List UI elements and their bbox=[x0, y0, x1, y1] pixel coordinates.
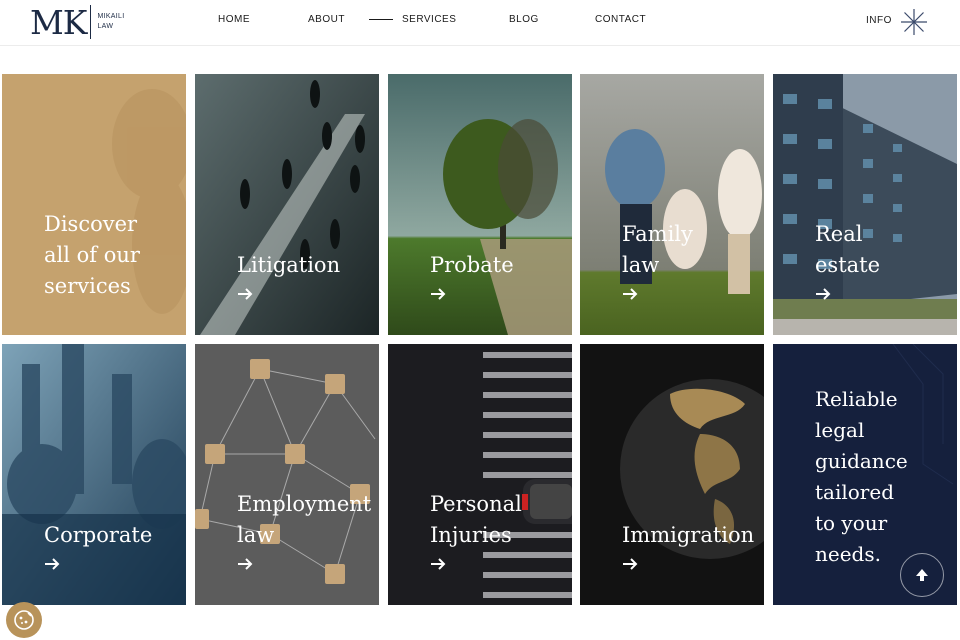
tile-litigation-line1: Litigation bbox=[237, 253, 341, 277]
tile-probate-background bbox=[388, 74, 572, 335]
tile-real-estate[interactable]: Real estate bbox=[773, 74, 957, 335]
tile-personal-injuries-label: Personal Injuries bbox=[430, 489, 572, 551]
tile-immigration-label: Immigration bbox=[622, 520, 764, 551]
tile-corporate-label: Corporate bbox=[44, 520, 186, 551]
arrow-right-icon bbox=[431, 288, 446, 300]
tile-corporate-background bbox=[2, 344, 186, 605]
logo[interactable]: MK MIKAILI LAW bbox=[30, 4, 124, 40]
arrow-right-icon bbox=[623, 288, 638, 300]
tile-tagline-label: Reliable legal guidance tailored to your… bbox=[815, 384, 955, 570]
tile-personal-injuries-line2: Injuries bbox=[430, 523, 512, 547]
tile-probate[interactable]: Probate bbox=[388, 74, 572, 335]
tile-family-law-line1: Family bbox=[622, 222, 693, 246]
tile-tagline-line4: tailored bbox=[815, 480, 894, 504]
tile-intro-line3: services bbox=[44, 274, 131, 298]
tile-intro-line1: Discover bbox=[44, 212, 138, 236]
tile-tagline-line5: to your bbox=[815, 511, 888, 535]
tile-tagline-line2: legal bbox=[815, 418, 865, 442]
arrow-right-icon bbox=[816, 288, 831, 300]
site-header: MK MIKAILI LAW HOME ABOUT SERVICES BLOG … bbox=[0, 0, 960, 46]
tile-immigration-line1: Immigration bbox=[622, 523, 755, 547]
tile-employment-law-line2: law bbox=[237, 523, 275, 547]
tile-intro-line2: all of our bbox=[44, 243, 140, 267]
logo-subtitle-line1: MIKAILI bbox=[97, 13, 125, 20]
tile-real-estate-line1: Real bbox=[815, 222, 863, 246]
arrow-right-icon bbox=[45, 558, 60, 570]
tile-litigation[interactable]: Litigation bbox=[195, 74, 379, 335]
tile-employment-law-label: Employment law bbox=[237, 489, 379, 551]
nav-contact[interactable]: CONTACT bbox=[595, 14, 646, 25]
nav-about[interactable]: ABOUT bbox=[308, 14, 345, 25]
logo-divider bbox=[90, 5, 92, 39]
tile-litigation-label: Litigation bbox=[237, 250, 379, 281]
tile-family-law[interactable]: Family law bbox=[580, 74, 764, 335]
tile-litigation-background bbox=[195, 74, 379, 335]
tile-employment-law-background bbox=[195, 344, 379, 605]
tile-family-law-label: Family law bbox=[622, 219, 764, 281]
tile-personal-injuries-line1: Personal bbox=[430, 492, 522, 516]
tile-corporate-line1: Corporate bbox=[44, 523, 153, 547]
cookie-icon bbox=[14, 610, 34, 630]
logo-mark: MK bbox=[30, 2, 87, 42]
asterisk-icon[interactable] bbox=[900, 8, 928, 36]
tile-employment-law[interactable]: Employment law bbox=[195, 344, 379, 605]
tile-immigration-background bbox=[580, 344, 764, 605]
cookie-settings-button[interactable] bbox=[6, 602, 42, 638]
tile-intro: Discover all of our services bbox=[2, 74, 186, 335]
nav-home[interactable]: HOME bbox=[218, 14, 250, 25]
arrow-right-icon bbox=[431, 558, 446, 570]
tile-personal-injuries-background bbox=[388, 344, 572, 605]
tile-tagline-line1: Reliable bbox=[815, 387, 898, 411]
info-label[interactable]: INFO bbox=[866, 15, 892, 26]
arrow-right-icon bbox=[238, 558, 253, 570]
tile-corporate[interactable]: Corporate bbox=[2, 344, 186, 605]
tile-real-estate-line2: estate bbox=[815, 253, 881, 277]
tile-family-law-line2: law bbox=[622, 253, 660, 277]
tile-intro-label: Discover all of our services bbox=[44, 209, 186, 302]
tile-immigration[interactable]: Immigration bbox=[580, 344, 764, 605]
arrow-up-icon bbox=[916, 569, 928, 581]
scroll-to-top-button[interactable] bbox=[900, 553, 944, 597]
arrow-right-icon bbox=[623, 558, 638, 570]
nav-active-indicator bbox=[369, 19, 393, 20]
tile-employment-law-line1: Employment bbox=[237, 492, 372, 516]
arrow-right-icon bbox=[238, 288, 253, 300]
logo-subtitle: MIKAILI LAW bbox=[97, 12, 124, 32]
nav-services[interactable]: SERVICES bbox=[402, 14, 456, 25]
tile-real-estate-label: Real estate bbox=[815, 219, 957, 281]
nav-blog[interactable]: BLOG bbox=[509, 14, 539, 25]
tile-tagline-line3: guidance bbox=[815, 449, 908, 473]
tile-probate-label: Probate bbox=[430, 250, 572, 281]
tile-probate-line1: Probate bbox=[430, 253, 514, 277]
tile-family-law-background bbox=[580, 74, 764, 335]
tile-real-estate-background bbox=[773, 74, 957, 335]
tile-personal-injuries[interactable]: Personal Injuries bbox=[388, 344, 572, 605]
logo-subtitle-line2: LAW bbox=[97, 23, 114, 30]
